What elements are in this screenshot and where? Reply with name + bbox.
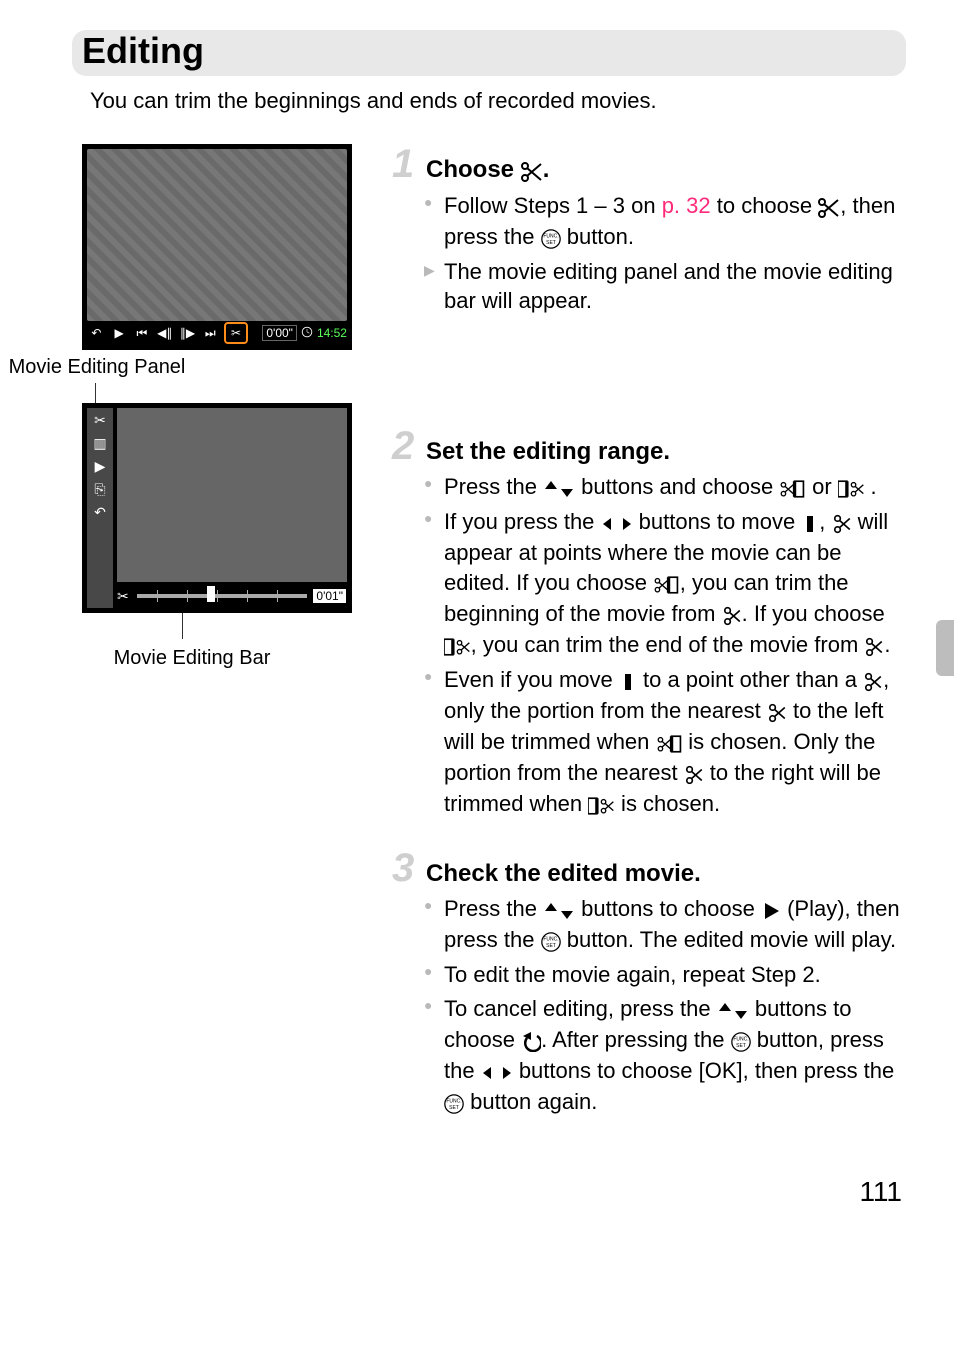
edit-icon-selected: ✂: [224, 322, 249, 344]
play-icon: ▶: [110, 326, 129, 340]
funcset-icon: [731, 1026, 751, 1056]
cut-mark-icon: [864, 631, 884, 661]
total-time: 14:52: [317, 326, 347, 340]
cut-mark-icon: [832, 508, 852, 538]
cut-begin-icon: [653, 569, 680, 599]
step-title: Check the edited movie.: [426, 860, 701, 888]
timeline-tick: [217, 590, 218, 602]
frame-back-icon: ◀∥: [155, 326, 174, 340]
elapsed-time: 0'00": [262, 325, 297, 341]
panel-save-icon: ⎘: [94, 481, 105, 498]
updown-icon: [543, 473, 575, 503]
caption-editing-panel: Movie Editing Panel: [9, 356, 186, 379]
pointer-line-top: [95, 383, 96, 405]
step-number: 1: [392, 144, 420, 184]
bullet-item: Press the buttons and choose or .: [424, 472, 906, 503]
playback-control-bar: ↶ ▶ ⏮ ◀∥ ∥▶ ⏭ ✂ 0'00" 14:52: [87, 321, 347, 345]
panel-scissors-icon: ✂: [94, 412, 106, 429]
leftright-icon: [481, 1057, 513, 1087]
step-bullet-list: Press the buttons to choose (Play), then…: [392, 894, 906, 1118]
back-icon: ↶: [87, 326, 106, 340]
section-title-bar: Editing: [72, 30, 906, 76]
panel-cut-end-icon: ▥: [93, 435, 106, 452]
step-title: Choose .: [426, 156, 549, 185]
section-title: Editing: [82, 30, 886, 72]
bullet-item: The movie editing panel and the movie ed…: [424, 257, 906, 316]
cut-end-icon: [588, 790, 615, 820]
scissors-icon: [521, 157, 543, 185]
updown-icon: [543, 895, 575, 925]
scissors-icon: [818, 192, 840, 222]
step-bullet-list: Press the buttons and choose or . If you …: [392, 472, 906, 820]
cut-begin-icon: [779, 473, 806, 503]
timeline-handle: [207, 586, 215, 602]
cut-mark-icon: [684, 759, 704, 789]
editing-panel-column: ✂ ▥ ▶ ⎘ ↶: [87, 408, 113, 608]
clock-icon: [301, 326, 313, 341]
timeline-scissors-icon: ✂: [117, 588, 129, 605]
screenshot-image-area: [87, 149, 347, 321]
play-icon: [761, 895, 781, 925]
frame-fwd-icon: ∥▶: [178, 326, 197, 340]
funcset-icon: [541, 223, 561, 253]
intro-text: You can trim the beginnings and ends of …: [90, 88, 906, 114]
pointer-line-bottom: [182, 613, 183, 639]
handle-icon: [619, 666, 637, 696]
cut-mark-icon: [863, 666, 883, 696]
screenshot-movie-panel: ↶ ▶ ⏮ ◀∥ ∥▶ ⏭ ✂ 0'00" 14:52: [82, 144, 352, 350]
editing-timeline: ✂ 0'01": [117, 586, 347, 606]
page-reference-link[interactable]: p. 32: [662, 193, 711, 218]
step-heading: 2Set the editing range.: [392, 426, 906, 466]
bullet-item: To cancel editing, press the buttons to …: [424, 994, 906, 1118]
step-2: 2Set the editing range. Press the buttons…: [392, 426, 906, 820]
bullet-item: Even if you move to a point other than a…: [424, 665, 906, 820]
handle-icon: [801, 508, 819, 538]
funcset-icon: [444, 1088, 464, 1118]
step-number: 3: [392, 848, 420, 888]
timeline-tick: [187, 590, 188, 602]
bullet-item: Press the buttons to choose (Play), then…: [424, 894, 906, 956]
cut-mark-icon: [722, 600, 742, 630]
cut-begin-icon: [656, 728, 683, 758]
cut-end-icon: [838, 473, 865, 503]
back-icon: [521, 1026, 541, 1056]
step-3: 3Check the edited movie. Press the button…: [392, 848, 906, 1118]
bullet-item: To edit the movie again, repeat Step 2.: [424, 960, 906, 990]
bullet-item: If you press the buttons to move , will …: [424, 507, 906, 661]
cut-mark-icon: [767, 697, 787, 727]
timeline-duration: 0'01": [312, 588, 347, 604]
screenshot-editing-bar: ✂ ▥ ▶ ⎘ ↶ ✂ 0'01": [82, 403, 352, 613]
panel-back-icon: ↶: [94, 504, 106, 521]
cut-end-icon: [444, 631, 471, 661]
updown-icon: [717, 995, 749, 1025]
funcset-icon: [541, 926, 561, 956]
leftright-icon: [601, 508, 633, 538]
next-icon: ⏭: [201, 326, 220, 341]
caption-editing-bar: Movie Editing Bar: [114, 647, 271, 670]
step-heading: 1Choose .: [392, 144, 906, 185]
step-bullet-list: Follow Steps 1 – 3 on p. 32 to choose , …: [392, 191, 906, 316]
bullet-item: Follow Steps 1 – 3 on p. 32 to choose , …: [424, 191, 906, 253]
timeline-track: [137, 594, 307, 598]
page-number: 111: [72, 1176, 906, 1208]
step-number: 2: [392, 426, 420, 466]
timeline-tick: [277, 590, 278, 602]
panel-play-icon: ▶: [95, 458, 106, 475]
timeline-tick: [247, 590, 248, 602]
step-title: Set the editing range.: [426, 438, 670, 466]
screenshot-image-area-2: [117, 408, 347, 582]
step-heading: 3Check the edited movie.: [392, 848, 906, 888]
timeline-tick: [157, 590, 158, 602]
step-1: 1Choose . Follow Steps 1 – 3 on p. 32 to …: [392, 144, 906, 316]
prev-icon: ⏮: [133, 326, 152, 341]
